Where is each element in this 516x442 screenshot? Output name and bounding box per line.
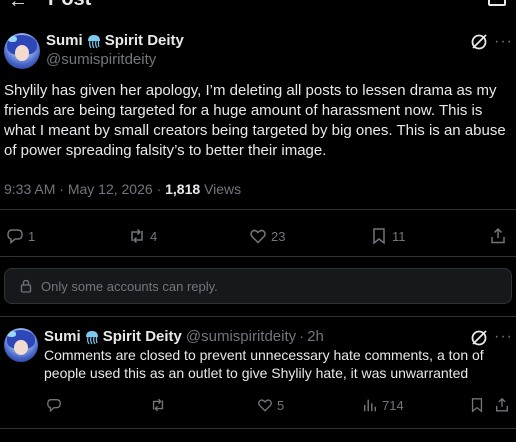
jellyfish-emoji-icon [87, 34, 100, 48]
reply-text: Comments are closed to prevent unnecessa… [44, 347, 484, 381]
bookmark-icon [373, 228, 385, 245]
post-meta: 9:33 AM · May 12, 2026 · 1,818 Views [4, 181, 241, 197]
display-name[interactable]: Sumi [46, 32, 83, 49]
reply-views-count: 714 [382, 397, 404, 413]
views-count: 1,818 [165, 181, 201, 197]
repost-icon [152, 398, 164, 412]
share-button[interactable] [489, 227, 511, 245]
reply-reply-button[interactable] [46, 397, 66, 413]
reply-avatar[interactable] [4, 328, 38, 362]
reply-restriction-text: Only some accounts can reply. [41, 278, 218, 294]
reply-icon [47, 399, 61, 413]
reply-views-button[interactable]: 714 [362, 397, 404, 413]
divider [0, 316, 516, 317]
post-author-name[interactable]: Sumi Spirit Deity [46, 32, 184, 49]
reply-icon [7, 229, 23, 245]
bookmark-icon [471, 398, 483, 413]
views-chart-icon [363, 399, 377, 412]
meta-separator-2: · [156, 181, 162, 197]
heart-icon [250, 229, 266, 244]
reply-like-button[interactable]: 5 [257, 397, 284, 413]
reply-display-name[interactable]: Sumi [44, 328, 81, 345]
like-count: 23 [271, 228, 286, 244]
reply-like-count: 5 [277, 397, 285, 413]
lock-icon [20, 279, 32, 293]
repost-count: 4 [150, 228, 158, 244]
bookmark-count: 11 [392, 228, 406, 244]
reply-share-button[interactable] [494, 397, 514, 413]
display-name-suffix[interactable]: Spirit Deity [105, 32, 184, 49]
share-icon [491, 227, 505, 244]
post-page: ← Post Sumi Spirit Deity @sumispiritdeit… [0, 0, 516, 442]
post-date[interactable]: May 12, 2026 [68, 181, 153, 197]
reply-handle[interactable]: @sumispiritdeity [186, 328, 296, 345]
grok-icon[interactable] [470, 329, 488, 347]
jellyfish-emoji-icon [85, 330, 98, 344]
share-icon [496, 397, 508, 412]
meta-separator: · [59, 181, 64, 197]
reply-author-row[interactable]: Sumi Spirit Deity @sumispiritdeity · 2h [44, 328, 324, 345]
reply-bookmark-button[interactable] [469, 397, 489, 413]
divider [0, 209, 516, 210]
repost-icon [131, 228, 143, 244]
reply-separator: · [299, 328, 305, 345]
reply-button[interactable]: 1 [6, 227, 35, 245]
views-label: Views [204, 181, 242, 197]
handle[interactable]: @sumispiritdeity [46, 51, 156, 68]
divider [0, 256, 516, 257]
avatar[interactable] [4, 33, 40, 69]
more-options-icon[interactable]: ··· [494, 329, 513, 345]
like-button[interactable]: 23 [249, 227, 285, 245]
top-bar: ← Post [0, 0, 516, 14]
back-arrow-icon[interactable]: ← [8, 0, 28, 11]
post-author-handle[interactable]: @sumispiritdeity [46, 51, 156, 68]
reply-time[interactable]: 2h [307, 328, 324, 345]
grok-icon[interactable] [470, 33, 488, 51]
post-text: Shylily has given her apology, I’m delet… [4, 82, 506, 159]
repost-button[interactable]: 4 [128, 227, 157, 245]
divider [0, 428, 516, 429]
reply-repost-button[interactable] [150, 397, 170, 413]
page-title: Post [48, 0, 91, 9]
reply-settings-icon[interactable] [488, 0, 506, 6]
reply-count: 1 [28, 228, 36, 244]
post-time[interactable]: 9:33 AM [4, 181, 55, 197]
reply-restriction-notice: Only some accounts can reply. [4, 268, 512, 304]
heart-icon [258, 399, 272, 412]
bookmark-button[interactable]: 11 [370, 227, 406, 245]
reply-display-name-suffix[interactable]: Spirit Deity [103, 328, 182, 345]
more-options-icon[interactable]: ··· [494, 34, 513, 50]
